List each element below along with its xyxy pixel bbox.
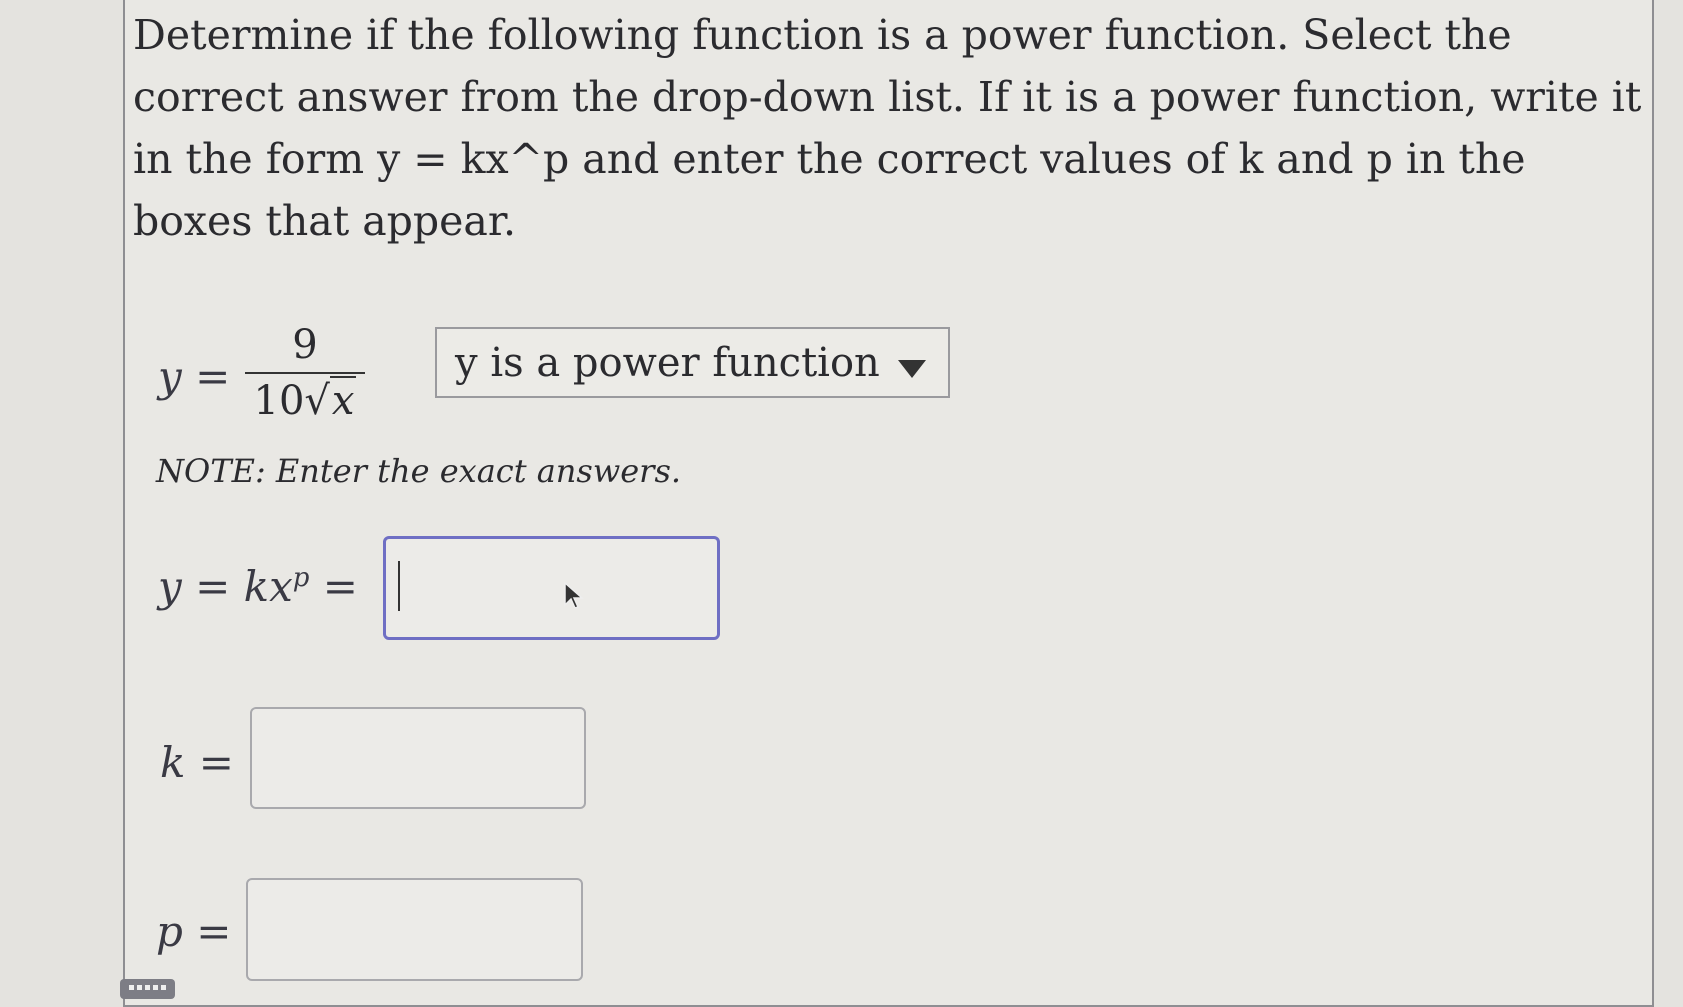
mouse-cursor-icon [564,581,584,609]
p-input[interactable] [246,878,583,981]
denominator-coef: 10 [253,378,305,424]
equation-lhs: y = [158,352,231,401]
power-function-dropdown[interactable]: y is a power function [435,327,950,398]
form-label: y = kxp = [158,562,358,611]
radicand: x [329,376,357,424]
numerator: 9 [245,322,365,374]
note-text: NOTE: Enter the exact answers. [156,452,682,490]
form-input[interactable] [383,536,720,640]
text-cursor [398,561,400,611]
question-text: Determine if the following function is a… [133,11,1642,245]
dropdown-selected: y is a power function [455,339,880,386]
p-label: p = [156,907,232,956]
k-label: k = [160,738,234,787]
keyboard-icon[interactable] [120,979,175,999]
k-input[interactable] [250,707,586,809]
equation-fraction: 9 10√x [245,322,365,424]
triangle-down-icon [898,360,926,378]
denominator: 10√x [253,376,357,424]
